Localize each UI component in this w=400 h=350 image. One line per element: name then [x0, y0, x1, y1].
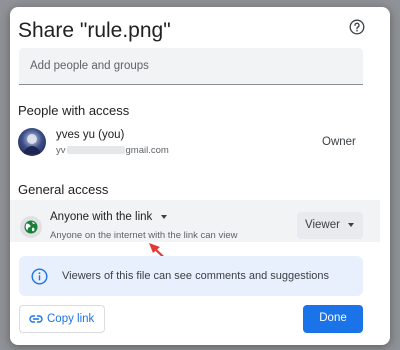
- person-name: yves yu (you): [56, 129, 125, 141]
- email-redaction: [66, 146, 125, 155]
- globe-icon: [20, 216, 42, 238]
- people-with-access-heading: People with access: [18, 103, 130, 118]
- role-label: Viewer: [305, 219, 340, 231]
- access-description: Anyone on the internet with the link can…: [50, 230, 238, 241]
- info-icon: [31, 268, 48, 285]
- email-suffix: gmail.com: [125, 145, 169, 156]
- add-people-input[interactable]: Add people and groups: [19, 48, 363, 85]
- general-access-heading: General access: [18, 182, 109, 197]
- access-scope-dropdown[interactable]: Anyone with the link: [50, 211, 168, 223]
- help-circle-icon[interactable]: [349, 19, 365, 35]
- access-scope-label: Anyone with the link: [50, 211, 153, 223]
- chevron-down-icon: [347, 222, 354, 227]
- person-email: yv gmail.com: [56, 145, 169, 156]
- chevron-down-icon: [161, 214, 168, 219]
- email-prefix: yv: [56, 145, 66, 156]
- done-button[interactable]: Done: [303, 305, 363, 333]
- avatar: [18, 128, 46, 156]
- owner-role: Owner: [322, 136, 356, 148]
- role-dropdown[interactable]: Viewer: [297, 212, 363, 239]
- copy-link-label: Copy link: [47, 313, 95, 325]
- link-icon: [29, 315, 43, 323]
- dialog-title: Share "rule.png": [18, 19, 171, 42]
- info-banner-text: Viewers of this file can see comments an…: [62, 270, 329, 282]
